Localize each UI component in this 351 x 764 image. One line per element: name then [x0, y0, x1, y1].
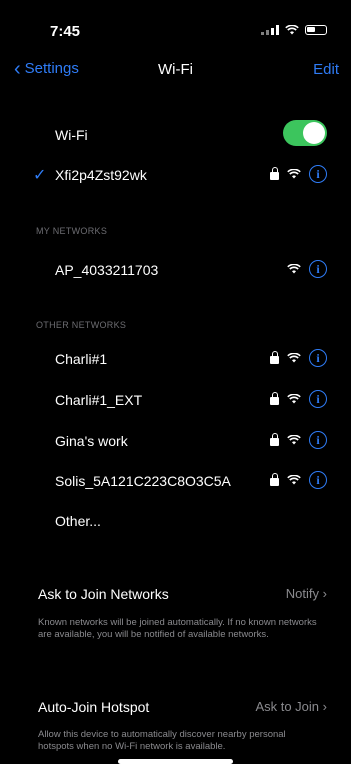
ask-to-join-row[interactable]: Ask to Join Networks Notify › — [0, 580, 351, 608]
auto-join-hotspot-footnote: Allow this device to automatically disco… — [38, 729, 286, 752]
network-row[interactable]: Gina's work i — [0, 426, 351, 456]
lock-icon — [270, 351, 279, 364]
toggle-knob — [303, 122, 325, 144]
other-network-label: Other... — [55, 513, 101, 529]
connected-network-row[interactable]: ✓ Xfi2p4Zst92wk i — [0, 160, 351, 190]
status-icons — [261, 25, 327, 35]
network-name: Gina's work — [55, 433, 128, 449]
page-title: Wi-Fi — [158, 61, 193, 78]
info-icon[interactable]: i — [309, 390, 327, 408]
network-name: AP_4033211703 — [55, 262, 159, 278]
other-network-row[interactable]: Other... — [0, 506, 351, 536]
wifi-label: Wi-Fi — [55, 127, 88, 143]
auto-join-hotspot-label: Auto-Join Hotspot — [38, 699, 150, 715]
my-networks-header: MY NETWORKS — [36, 226, 108, 236]
edit-button[interactable]: Edit — [313, 61, 339, 78]
network-row[interactable]: Solis_5A121C223C8O3C5A i — [0, 466, 351, 496]
lock-icon — [270, 433, 279, 446]
network-icons: i — [270, 349, 327, 367]
status-bar: 7:45 — [0, 0, 351, 44]
wifi-icon — [287, 169, 301, 179]
home-indicator — [118, 759, 233, 764]
connected-network-name: Xfi2p4Zst92wk — [55, 167, 147, 183]
ask-to-join-footnote: Known networks will be joined automatica… — [38, 617, 317, 640]
network-icons: i — [270, 165, 327, 183]
wifi-icon — [287, 353, 301, 363]
wifi-toggle-row: Wi-Fi — [0, 120, 351, 150]
info-icon[interactable]: i — [309, 165, 327, 183]
network-icons: i — [270, 390, 327, 408]
cellular-signal-icon — [261, 25, 279, 35]
wifi-icon — [287, 475, 301, 485]
other-networks-header: OTHER NETWORKS — [36, 320, 127, 330]
network-icons: i — [270, 471, 327, 489]
wifi-icon — [287, 394, 301, 404]
info-icon[interactable]: i — [309, 349, 327, 367]
ask-to-join-value-text: Notify — [285, 586, 320, 601]
network-icons: i — [287, 260, 327, 278]
battery-icon — [305, 25, 327, 35]
navigation-bar: ‹ Settings Wi-Fi Edit — [0, 54, 351, 84]
ask-to-join-label: Ask to Join Networks — [38, 586, 169, 602]
lock-icon — [270, 473, 279, 486]
status-time: 7:45 — [50, 23, 81, 40]
chevron-right-icon: › — [322, 586, 327, 601]
network-icons: i — [270, 431, 327, 449]
lock-icon — [270, 392, 279, 405]
network-name: Solis_5A121C223C8O3C5A — [55, 473, 231, 489]
network-row[interactable]: Charli#1_EXT i — [0, 385, 351, 415]
ask-to-join-value: Notify › — [286, 586, 327, 601]
wifi-icon — [287, 264, 301, 274]
auto-join-hotspot-value-text: Ask to Join — [255, 699, 320, 714]
lock-icon — [270, 167, 279, 180]
info-icon[interactable]: i — [309, 260, 327, 278]
auto-join-hotspot-value: Ask to Join › — [255, 699, 327, 714]
chevron-right-icon: › — [322, 699, 327, 714]
network-row[interactable]: AP_4033211703 i — [0, 255, 351, 285]
auto-join-hotspot-row[interactable]: Auto-Join Hotspot Ask to Join › — [0, 693, 351, 721]
wifi-toggle[interactable] — [283, 120, 327, 146]
status-wifi-icon — [285, 25, 299, 35]
network-row[interactable]: Charli#1 i — [0, 344, 351, 374]
network-name: Charli#1 — [55, 351, 108, 367]
info-icon[interactable]: i — [309, 431, 327, 449]
checkmark-icon: ✓ — [33, 167, 47, 184]
network-name: Charli#1_EXT — [55, 392, 143, 408]
wifi-icon — [287, 435, 301, 445]
info-icon[interactable]: i — [309, 471, 327, 489]
